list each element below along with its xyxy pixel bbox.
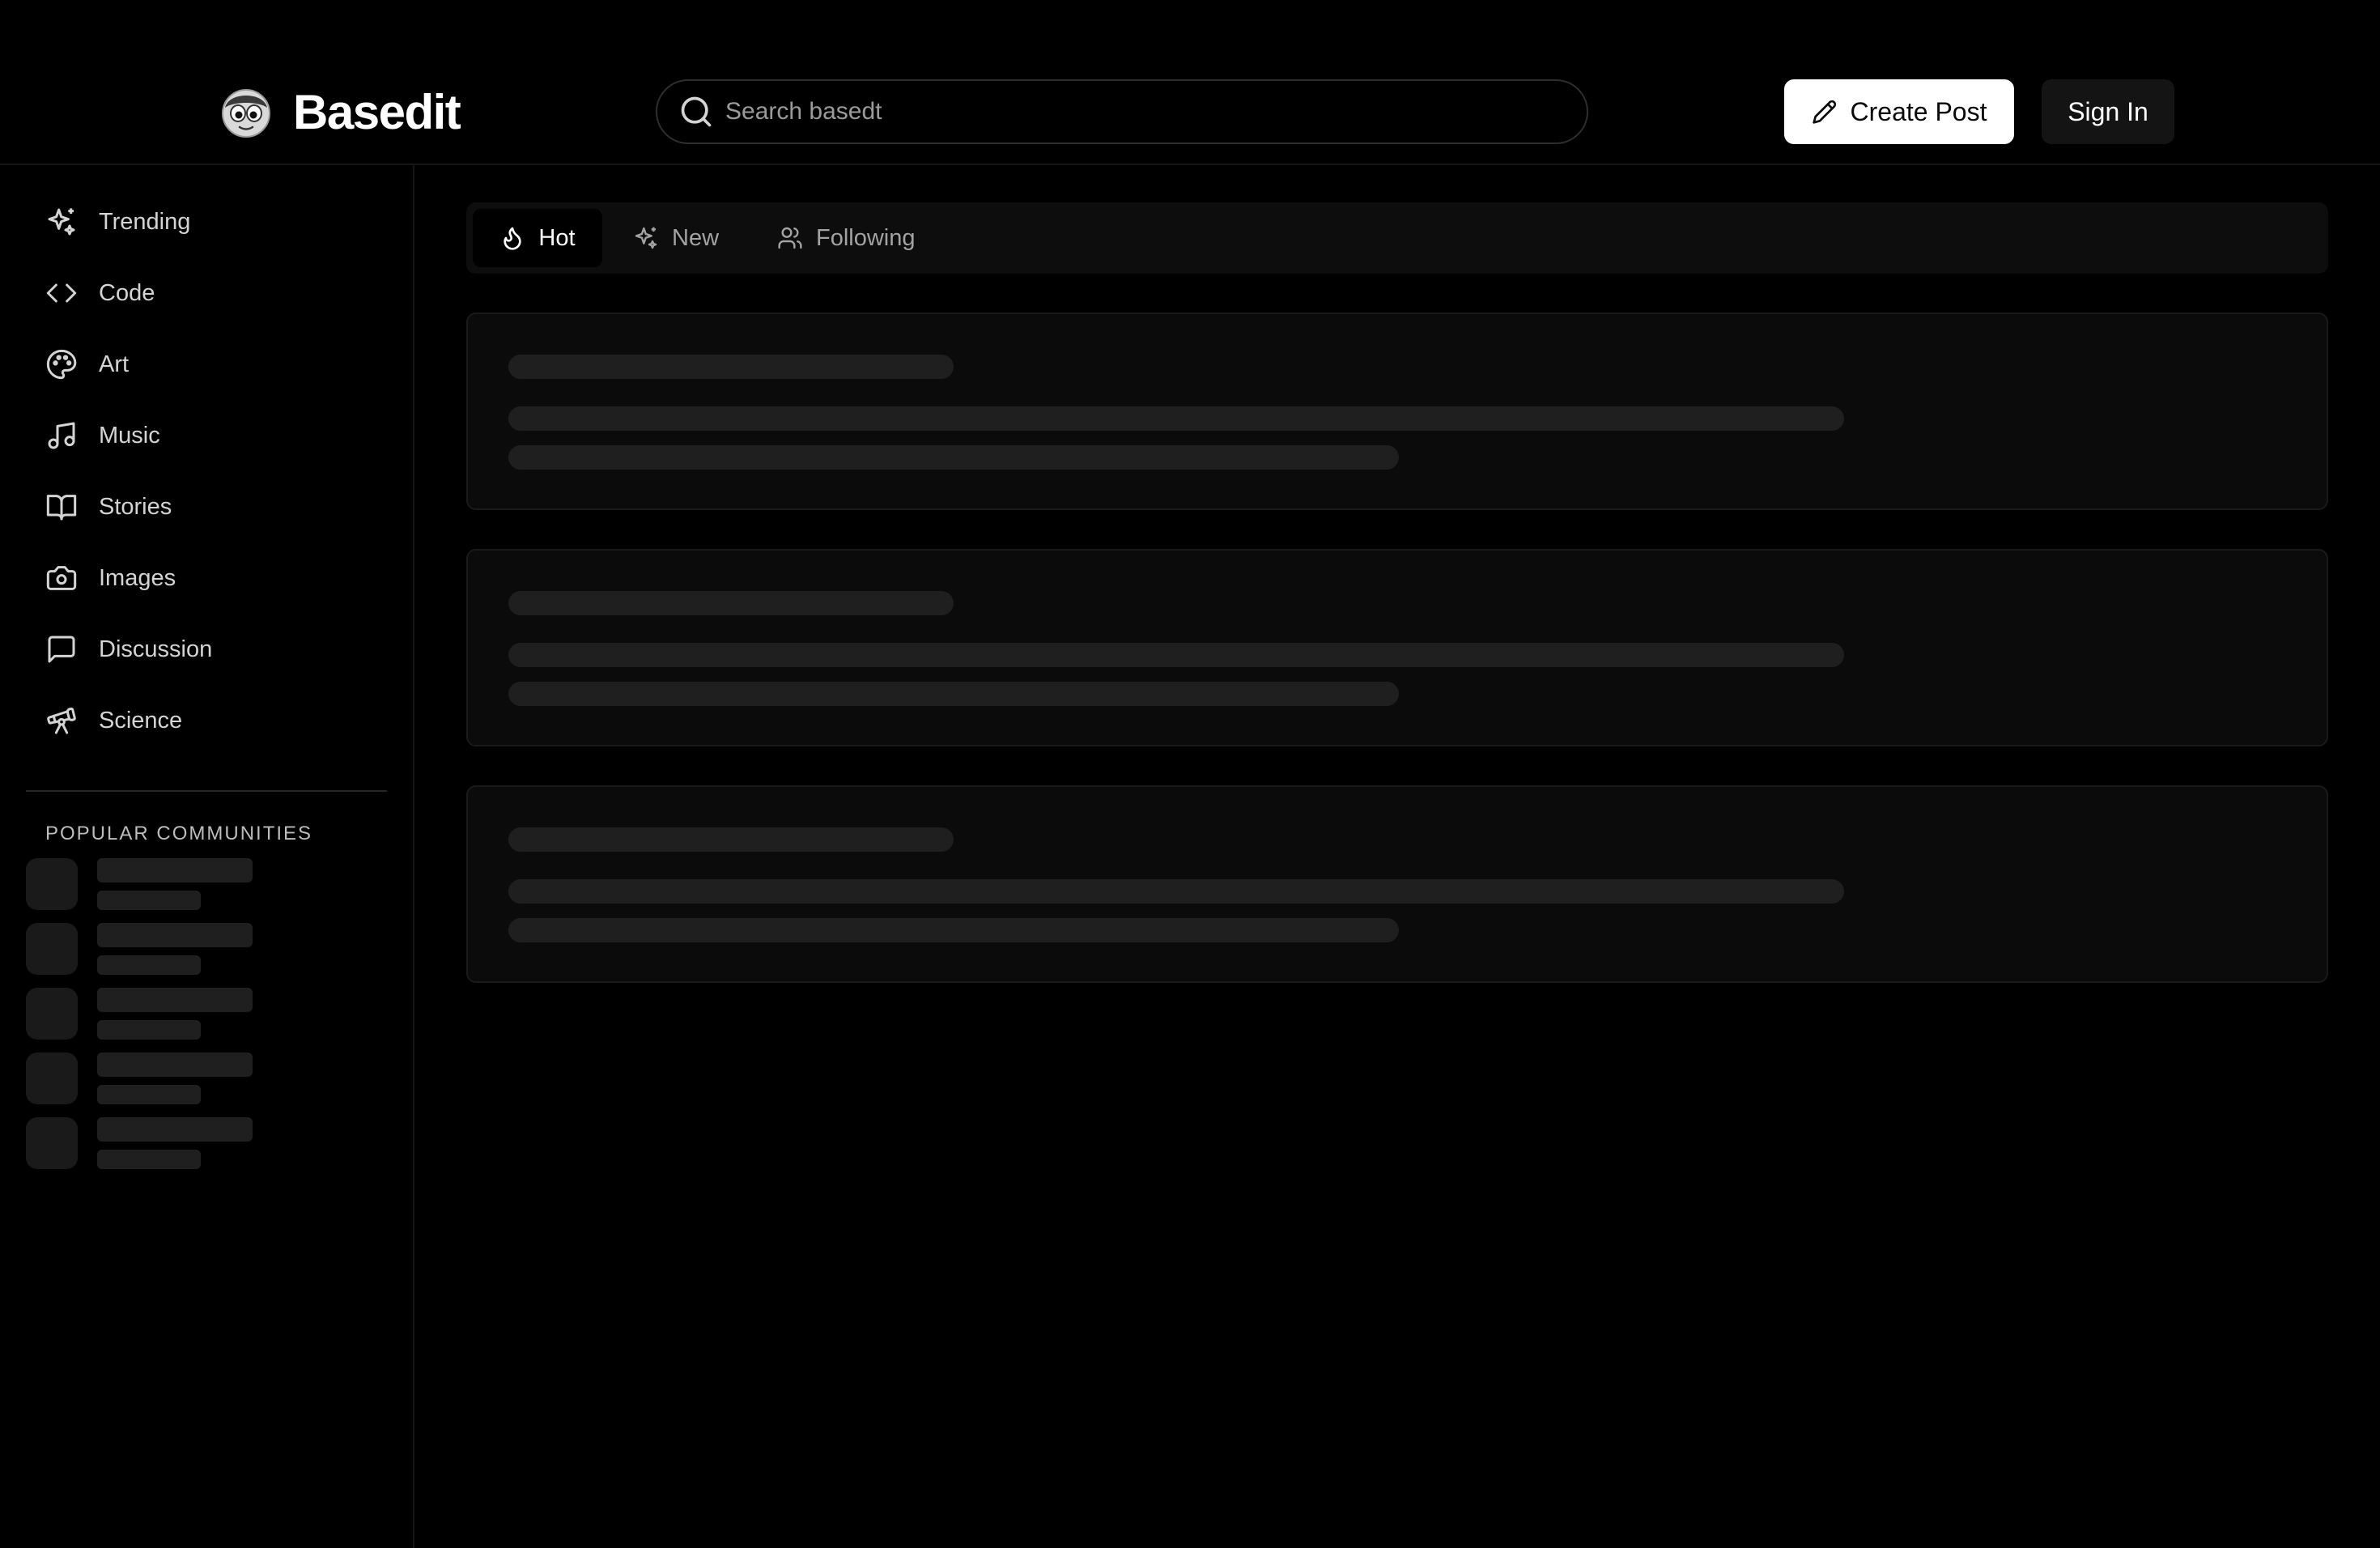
- sidebar-item-discussion[interactable]: Discussion: [45, 625, 212, 674]
- tab-label: Hot: [538, 224, 576, 251]
- pencil-icon: [1812, 100, 1836, 124]
- community-meta-skeleton: [97, 955, 201, 975]
- search-bar[interactable]: [656, 79, 1588, 144]
- tab-hot[interactable]: Hot: [473, 209, 602, 267]
- sidebar-item-code[interactable]: Code: [45, 269, 155, 317]
- sidebar-item-label: Images: [99, 564, 176, 591]
- sidebar-item-images[interactable]: Images: [45, 554, 176, 602]
- search-icon: [681, 96, 712, 127]
- community-skeleton-row: [26, 988, 269, 1040]
- telescope-icon: [47, 707, 76, 734]
- community-meta-skeleton: [97, 1085, 201, 1104]
- post-skeleton-card: [466, 549, 2328, 746]
- tab-following[interactable]: Following: [777, 209, 916, 267]
- palette-icon: [46, 349, 77, 380]
- community-avatar-skeleton: [26, 1117, 78, 1169]
- sidebar-item-label: Music: [99, 422, 160, 449]
- camera-icon: [46, 566, 77, 590]
- community-name-skeleton: [97, 923, 253, 947]
- sidebar-item-label: Stories: [99, 493, 172, 520]
- logo-mascot-icon: [222, 88, 270, 138]
- tab-label: Following: [816, 224, 916, 251]
- community-meta-skeleton: [97, 1020, 201, 1040]
- tab-new[interactable]: New: [633, 209, 719, 267]
- sidebar-item-label: Trending: [99, 208, 191, 235]
- sign-in-label: Sign In: [2068, 96, 2148, 126]
- logo[interactable]: Basedit: [220, 84, 461, 140]
- music-note-icon: [48, 422, 75, 449]
- sparkles-icon: [48, 208, 75, 236]
- search-input[interactable]: [725, 87, 1587, 136]
- sidebar-item-science[interactable]: Science: [45, 696, 182, 745]
- sparkles-icon: [635, 227, 657, 249]
- post-title-skeleton: [508, 591, 954, 615]
- community-skeleton-row: [26, 923, 269, 975]
- tab-label: New: [672, 224, 720, 251]
- post-line-skeleton: [508, 445, 1399, 470]
- sidebar-item-label: Code: [99, 279, 155, 306]
- users-icon: [778, 227, 802, 249]
- post-line-skeleton: [508, 406, 1844, 431]
- sidebar-item-stories[interactable]: Stories: [45, 483, 172, 531]
- post-line-skeleton: [508, 682, 1399, 706]
- community-name-skeleton: [97, 1053, 253, 1077]
- sidebar-item-label: Discussion: [99, 636, 213, 662]
- community-name-skeleton: [97, 988, 253, 1012]
- community-skeleton-row: [26, 1117, 269, 1169]
- logo-text: Basedit: [293, 85, 461, 139]
- community-avatar-skeleton: [26, 858, 78, 910]
- create-post-button[interactable]: Create Post: [1784, 79, 2014, 144]
- community-avatar-skeleton: [26, 923, 78, 975]
- code-icon: [46, 283, 77, 303]
- top-header: Basedit Create Post Sign In: [0, 0, 2380, 165]
- post-title-skeleton: [508, 827, 954, 852]
- sidebar-item-art[interactable]: Art: [45, 340, 129, 389]
- post-skeleton-card: [466, 313, 2328, 510]
- sidebar-item-label: Art: [99, 351, 130, 377]
- post-skeleton-card: [466, 785, 2328, 983]
- community-meta-skeleton: [97, 891, 201, 910]
- post-title-skeleton: [508, 355, 954, 379]
- sidebar-divider: [26, 790, 387, 792]
- sidebar: Trending Code Art Music Stories Images D…: [0, 165, 414, 1548]
- app-root: Basedit Create Post Sign In Trendin: [0, 0, 2380, 1548]
- message-square-icon: [48, 636, 75, 663]
- sidebar-item-label: Science: [99, 707, 183, 734]
- feed-tabs: Hot New Following: [466, 202, 2328, 274]
- popular-communities-title: POPULAR COMMUNITIES: [45, 823, 313, 844]
- post-line-skeleton: [508, 879, 1844, 904]
- create-post-label: Create Post: [1850, 96, 1987, 126]
- community-skeleton-row: [26, 1053, 269, 1104]
- sign-in-button[interactable]: Sign In: [2042, 79, 2174, 144]
- sidebar-item-music[interactable]: Music: [45, 411, 160, 460]
- community-meta-skeleton: [97, 1150, 201, 1169]
- post-line-skeleton: [508, 918, 1399, 942]
- flame-icon: [504, 227, 522, 250]
- community-name-skeleton: [97, 858, 253, 882]
- community-avatar-skeleton: [26, 988, 78, 1040]
- community-name-skeleton: [97, 1117, 253, 1142]
- sidebar-item-trending[interactable]: Trending: [45, 198, 190, 246]
- community-skeleton-row: [26, 858, 269, 910]
- community-avatar-skeleton: [26, 1053, 78, 1104]
- book-open-icon: [46, 495, 77, 521]
- post-line-skeleton: [508, 643, 1844, 667]
